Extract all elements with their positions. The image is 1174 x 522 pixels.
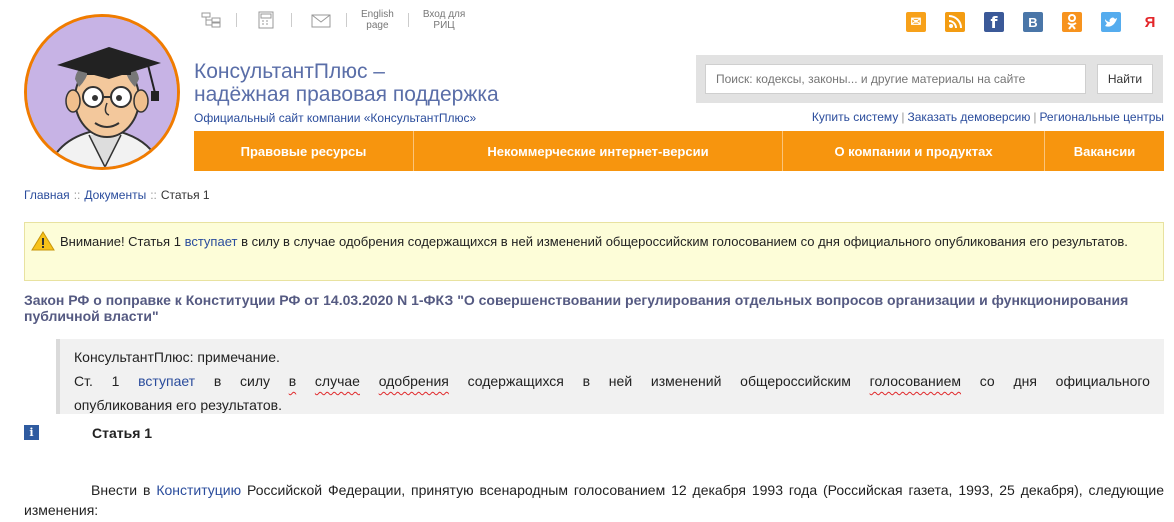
divider bbox=[407, 13, 409, 27]
twitter-icon[interactable] bbox=[1101, 12, 1121, 32]
note-word: силу bbox=[240, 373, 270, 389]
professor-logo-icon bbox=[27, 17, 177, 167]
tagline: Официальный сайт компании «КонсультантПл… bbox=[194, 111, 477, 125]
note-word: общероссийским bbox=[740, 373, 851, 389]
main-nav: Правовые ресурсы Некоммерческие интернет… bbox=[194, 131, 1164, 171]
search-button[interactable]: Найти bbox=[1097, 64, 1153, 94]
note-word: содержащихся bbox=[467, 373, 564, 389]
brand-line1: КонсультантПлюс – bbox=[194, 60, 385, 83]
ric-line2: РИЦ bbox=[433, 20, 455, 31]
warning-box: Внимание! Статья 1 вступает в силу в слу… bbox=[24, 222, 1164, 281]
constitution-link[interactable]: Конституцию bbox=[156, 482, 241, 498]
header-links: Купить систему | Заказать демоверсию | Регио… bbox=[812, 110, 1164, 124]
calculator-icon[interactable] bbox=[255, 10, 277, 30]
article-title: Статья 1 bbox=[92, 425, 153, 441]
mail-icon[interactable] bbox=[310, 10, 332, 30]
rss-icon[interactable] bbox=[945, 12, 965, 32]
vk-icon[interactable]: B bbox=[1023, 12, 1043, 32]
note-word: изменений bbox=[650, 373, 722, 389]
note-word: официального bbox=[1055, 373, 1150, 389]
note-word-underlined: голосованием bbox=[869, 373, 962, 389]
note-word-underlined: одобрения bbox=[378, 373, 449, 389]
note-word: дня bbox=[1013, 373, 1037, 389]
ric-login-link[interactable]: Вход для РИЦ bbox=[423, 9, 466, 31]
note-word: в bbox=[582, 373, 591, 389]
social-icons: ✉ f B Я bbox=[906, 12, 1174, 32]
divider: | bbox=[1033, 110, 1037, 124]
odnoklassniki-icon[interactable] bbox=[1062, 12, 1082, 32]
buy-system-link[interactable]: Купить систему bbox=[812, 110, 898, 124]
brand-title[interactable]: КонсультантПлюс – надёжная правовая подд… bbox=[194, 60, 499, 106]
info-icon[interactable]: i bbox=[24, 425, 39, 440]
warning-text: в силу в случае одобрения содержащихся в… bbox=[241, 234, 1128, 249]
note-link-vstupaet[interactable]: вступает bbox=[138, 369, 195, 393]
body-prefix: Внести в bbox=[91, 482, 151, 498]
divider bbox=[291, 13, 292, 27]
breadcrumb-separator: :: bbox=[73, 188, 81, 202]
breadcrumb-current: Статья 1 bbox=[160, 188, 210, 202]
law-title: Закон РФ о поправке к Конституции РФ от … bbox=[24, 292, 1129, 324]
note-word: ней bbox=[608, 373, 633, 389]
divider bbox=[346, 13, 347, 27]
nav-item-legal-resources[interactable]: Правовые ресурсы bbox=[194, 131, 414, 171]
ric-line1: Вход для bbox=[422, 9, 466, 20]
yandex-icon[interactable]: Я bbox=[1140, 12, 1160, 32]
english-line2: page bbox=[366, 20, 389, 31]
english-page-link[interactable]: English page bbox=[361, 9, 394, 31]
article-body: Внести в Конституцию Российской Федераци… bbox=[24, 480, 1164, 520]
search-input[interactable] bbox=[705, 64, 1086, 94]
regional-centers-link[interactable]: Региональные центры bbox=[1039, 110, 1164, 124]
note-word-underlined: в bbox=[288, 373, 297, 389]
sitemap-icon[interactable] bbox=[200, 10, 222, 30]
nav-item-vacancies[interactable]: Вакансии bbox=[1045, 131, 1164, 171]
note-line-end: опубликования его результатов. bbox=[74, 397, 283, 413]
nav-item-about-company[interactable]: О компании и продуктах bbox=[783, 131, 1045, 171]
note-word: со bbox=[979, 373, 995, 389]
breadcrumb-home[interactable]: Главная bbox=[24, 188, 70, 202]
facebook-icon[interactable]: f bbox=[984, 12, 1004, 32]
note-word-underlined: случае bbox=[314, 373, 360, 389]
note-word: в bbox=[213, 373, 222, 389]
divider: | bbox=[901, 110, 905, 124]
warning-icon bbox=[31, 231, 55, 258]
note-word: Ст. bbox=[74, 373, 93, 389]
brand-line2: надёжная правовая поддержка bbox=[194, 83, 499, 106]
warning-prefix: Внимание! Статья 1 bbox=[60, 234, 181, 249]
warning-link[interactable]: вступает bbox=[185, 234, 238, 249]
note-heading: КонсультантПлюс: примечание. bbox=[74, 349, 280, 365]
email-icon[interactable]: ✉ bbox=[906, 12, 926, 32]
note-word: 1 bbox=[111, 373, 120, 389]
search-panel: Найти bbox=[696, 55, 1163, 103]
note-line: Ст. 1 вступает в силу в случае одобрения… bbox=[74, 369, 1150, 393]
logo[interactable] bbox=[24, 14, 180, 170]
breadcrumb: Главная:: Документы:: Статья 1 bbox=[24, 188, 210, 202]
order-demo-link[interactable]: Заказать демоверсию bbox=[907, 110, 1030, 124]
english-line1: English bbox=[361, 9, 394, 20]
consultant-note: КонсультантПлюс: примечание. Ст. 1 вступ… bbox=[56, 339, 1164, 414]
top-utility-bar: English page Вход для РИЦ bbox=[196, 8, 479, 32]
divider bbox=[236, 13, 237, 27]
breadcrumb-documents[interactable]: Документы bbox=[84, 188, 146, 202]
nav-item-noncommercial-versions[interactable]: Некоммерческие интернет-версии bbox=[414, 131, 783, 171]
breadcrumb-separator: :: bbox=[150, 188, 157, 202]
